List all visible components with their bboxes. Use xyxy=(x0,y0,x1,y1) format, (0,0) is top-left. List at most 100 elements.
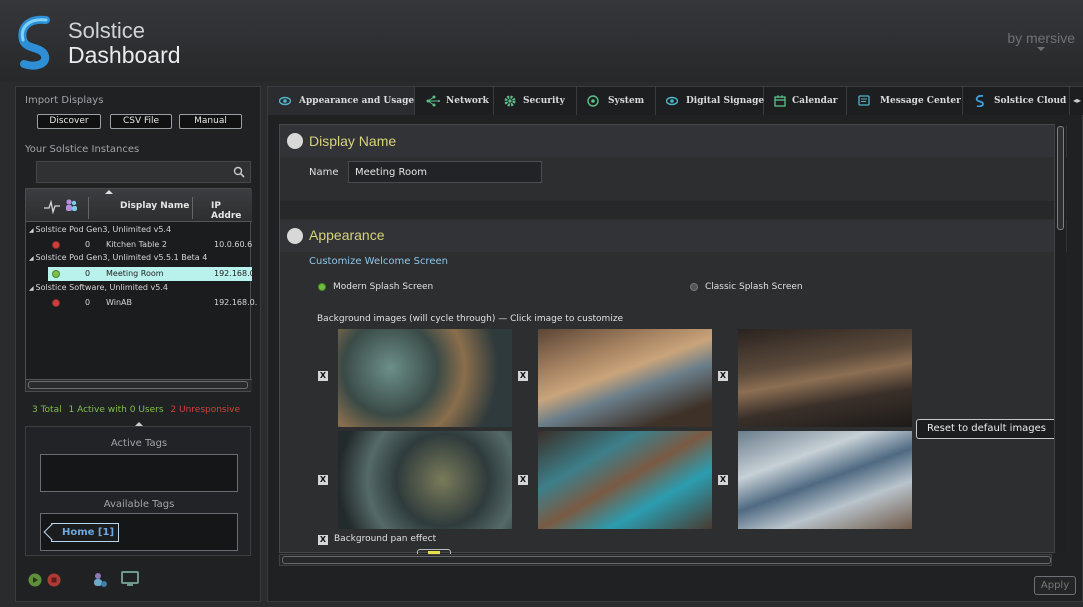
table-row-selected[interactable]: 0 Meeting Room 192.168.0. xyxy=(48,267,257,281)
name-label: Name xyxy=(309,167,339,178)
tab-solstice-cloud[interactable]: Solstice Cloud xyxy=(963,87,1070,115)
mersive-logo: by mersive xyxy=(1007,30,1075,46)
tab-network[interactable]: Network xyxy=(415,87,494,115)
eye-icon xyxy=(666,96,678,106)
network-icon xyxy=(426,95,440,107)
settings-panel: Appearance and Usage Network Security Sy… xyxy=(267,86,1083,602)
appearance-title: Appearance xyxy=(309,227,385,243)
instances-label: Your Solstice Instances xyxy=(25,144,140,155)
remove-image-5-icon[interactable]: X xyxy=(518,475,528,485)
horizontal-scrollbar[interactable] xyxy=(279,554,1052,566)
appearance-section-header: Appearance xyxy=(280,220,1067,252)
vertical-scrollbar[interactable] xyxy=(1054,124,1066,553)
background-image-5[interactable] xyxy=(538,431,712,529)
remove-image-6-icon[interactable]: X xyxy=(718,475,728,485)
message-icon xyxy=(858,95,870,106)
modern-splash-label[interactable]: Modern Splash Screen xyxy=(333,282,433,292)
tab-security[interactable]: Security xyxy=(494,87,577,115)
background-image-6[interactable] xyxy=(738,431,912,529)
solstice-logo xyxy=(18,15,50,70)
total-count: 3 Total xyxy=(32,405,62,415)
stop-icon[interactable] xyxy=(47,573,61,587)
background-images-label: Background images (will cycle through) —… xyxy=(317,314,624,324)
sort-arrow-icon[interactable] xyxy=(105,190,113,194)
table-row[interactable]: 0 Kitchen Table 2 10.0.60.6 xyxy=(26,238,252,252)
settings-tabs: Appearance and Usage Network Security Sy… xyxy=(268,87,1083,115)
status-column-icon[interactable] xyxy=(44,200,60,214)
pan-effect-label[interactable]: Background pan effect xyxy=(334,534,436,544)
active-count: 1 Active with 0 Users xyxy=(68,405,164,415)
tag-home[interactable]: Home [1] xyxy=(51,523,120,542)
background-image-4[interactable] xyxy=(338,431,512,529)
display-name-section-header: Display Name xyxy=(280,125,1067,157)
play-icon[interactable] xyxy=(28,573,42,587)
status-red-icon xyxy=(52,299,60,307)
display-name-title: Display Name xyxy=(309,133,397,149)
status-green-icon xyxy=(52,270,60,278)
tab-calendar[interactable]: Calendar xyxy=(764,87,847,115)
pan-effect-checkbox[interactable]: X xyxy=(318,535,328,545)
displays-panel: Import Displays Discover CSV File Manual… xyxy=(15,86,261,602)
collapse-arrow-icon[interactable] xyxy=(135,422,143,426)
display-name-input[interactable]: Meeting Room xyxy=(348,161,542,183)
status-red-icon xyxy=(52,241,60,249)
tab-system[interactable]: System xyxy=(577,87,656,115)
settings-content: Display Name Name Meeting Room Appearanc… xyxy=(279,124,1067,555)
brand-dashboard: Dashboard xyxy=(68,42,181,68)
vertical-scroll-thumb[interactable] xyxy=(1057,126,1064,230)
reset-default-images-button[interactable]: Reset to default images xyxy=(916,419,1057,439)
group-row[interactable]: ◢ Solstice Pod Gen3, Unlimited v5.5.1 Be… xyxy=(29,253,207,262)
app-header: Solstice Dashboard by mersive xyxy=(0,0,1083,82)
unresponsive-count: 2 Unresponsive xyxy=(170,405,240,415)
group-row[interactable]: ◢ Solstice Software, Unlimited v5.4 xyxy=(29,283,168,292)
background-image-1[interactable] xyxy=(338,329,512,427)
search-icon[interactable] xyxy=(233,166,245,178)
mersive-chevron-icon xyxy=(1037,47,1045,51)
remove-user-icon[interactable] xyxy=(92,572,108,588)
tab-message-center[interactable]: Message Center xyxy=(847,87,963,115)
csv-file-button[interactable]: CSV File xyxy=(110,114,172,129)
tab-scroll-left-icon[interactable]: ◂▸ xyxy=(1070,87,1083,115)
table-row[interactable]: 0 WinAB 192.168.0. xyxy=(26,296,257,310)
tab-digital-signage[interactable]: Digital Signage xyxy=(656,87,764,115)
edit-icon xyxy=(287,228,303,244)
gear-icon xyxy=(504,95,516,107)
customize-welcome-label: Customize Welcome Screen xyxy=(309,256,448,267)
horizontal-scroll-thumb[interactable] xyxy=(282,556,1051,564)
remove-image-1-icon[interactable]: X xyxy=(318,371,328,381)
remove-image-4-icon[interactable]: X xyxy=(318,475,328,485)
manual-button[interactable]: Manual xyxy=(179,114,242,129)
classic-splash-radio[interactable] xyxy=(690,283,698,291)
background-image-3[interactable] xyxy=(738,329,912,427)
instances-table: Display Name IP Addre ◢ Solstice Pod Gen… xyxy=(25,188,257,392)
instance-stats: 3 Total 1 Active with 0 Users 2 Unrespon… xyxy=(32,405,240,415)
tags-panel: Active Tags Available Tags Home [1] xyxy=(25,422,251,556)
table-header: Display Name IP Addre xyxy=(26,189,252,222)
display-monitor-icon[interactable] xyxy=(121,571,139,587)
calendar-icon xyxy=(774,95,786,107)
background-image-2[interactable] xyxy=(538,329,712,427)
edit-icon xyxy=(287,133,303,149)
tab-appearance-and-usage[interactable]: Appearance and Usage xyxy=(268,87,415,115)
brand-solstice: Solstice xyxy=(68,18,146,43)
apply-button[interactable]: Apply xyxy=(1034,576,1076,595)
available-tags-box[interactable]: Home [1] xyxy=(40,513,238,551)
solstice-icon xyxy=(975,95,984,107)
column-ip-address[interactable]: IP Addre xyxy=(211,201,252,221)
column-display-name[interactable]: Display Name xyxy=(120,201,189,211)
remove-image-3-icon[interactable]: X xyxy=(718,371,728,381)
active-tags-box[interactable] xyxy=(40,454,238,492)
discover-button[interactable]: Discover xyxy=(37,114,101,129)
instance-search-input[interactable] xyxy=(36,161,251,183)
solstice-dashboard-window: Solstice Dashboard by mersive Import Dis… xyxy=(0,0,1083,607)
group-row[interactable]: ◢ Solstice Pod Gen3, Unlimited v5.4 xyxy=(29,225,171,234)
remove-image-2-icon[interactable]: X xyxy=(518,371,528,381)
users-column-icon[interactable] xyxy=(64,198,78,212)
modern-splash-radio[interactable] xyxy=(318,283,326,291)
eye-icon xyxy=(279,96,291,106)
import-displays-label: Import Displays xyxy=(25,95,104,106)
classic-splash-label[interactable]: Classic Splash Screen xyxy=(705,282,803,292)
power-icon xyxy=(587,95,599,107)
available-tags-label: Available Tags xyxy=(103,499,175,510)
table-horizontal-scrollbar[interactable] xyxy=(26,379,252,391)
